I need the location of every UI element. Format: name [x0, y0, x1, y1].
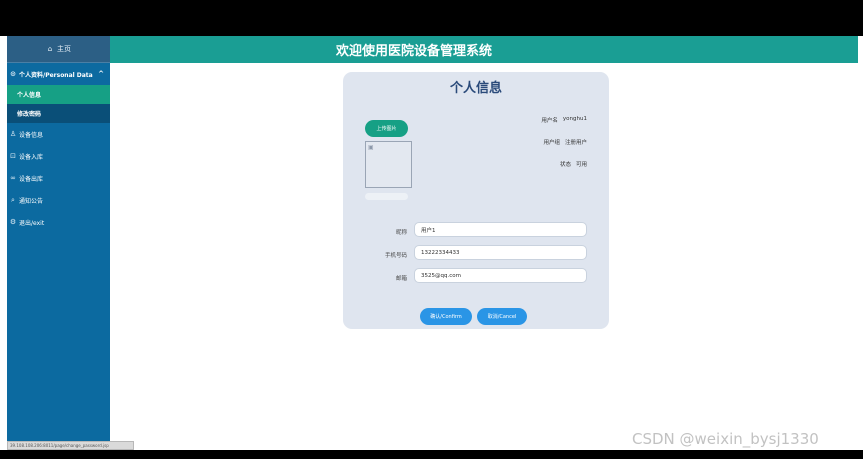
hand-cursor-icon: ☝: [34, 110, 40, 120]
info-value: 可用: [575, 162, 587, 168]
sidebar-item-label: 通知公告: [19, 197, 44, 205]
phone-input[interactable]: [414, 245, 587, 260]
nickname-input[interactable]: [414, 222, 587, 237]
browser-status-url: 39.108.108.206:8011/page/change_password…: [7, 441, 134, 450]
chevron-up-icon: ^: [98, 70, 104, 78]
confirm-button[interactable]: 确认/Confirm: [420, 308, 472, 325]
sidebar-group-personal-data[interactable]: ⊙ 个人资料/Personal Data ^: [7, 63, 110, 85]
nickname-label: 昵称: [395, 230, 407, 236]
sidebar-home[interactable]: ⌂ 主页: [7, 36, 110, 63]
box-icon: ⊡: [10, 152, 16, 160]
sidebar-item-label: 退出/exit: [19, 219, 45, 227]
email-input[interactable]: [414, 268, 587, 283]
info-value: yonghu1: [562, 116, 587, 122]
screen: ⌂ 主页 ⊙ 个人资料/Personal Data ^ 个人信息 修改密码 ☝ …: [0, 0, 863, 459]
sidebar-item-equipment-in[interactable]: ⊡ 设备入库: [7, 145, 110, 167]
sidebar-home-label: 主页: [57, 45, 71, 53]
avatar-caption-placeholder: [365, 193, 408, 200]
cancel-button[interactable]: 取消/Cancel: [477, 308, 527, 325]
top-black-bar: [0, 0, 863, 36]
info-label: 用户组: [543, 140, 560, 146]
search-icon: ⌕: [11, 195, 15, 204]
info-label: 用户名: [541, 118, 558, 124]
phone-label: 手机号码: [384, 253, 407, 259]
sidebar-item-label: 设备信息: [19, 131, 44, 139]
broken-image-icon: ▣: [368, 144, 374, 151]
bottom-black-bar: [0, 450, 863, 459]
sidebar-item-exit[interactable]: ⚙ 退出/exit: [7, 211, 110, 233]
person-icon: ♙: [9, 130, 17, 138]
sidebar-item-label: 个人信息: [17, 92, 42, 99]
link-icon: ∞: [10, 174, 16, 182]
upload-image-button[interactable]: 上传图片: [365, 120, 408, 137]
email-label: 邮箱: [395, 276, 407, 282]
page-title: 欢迎使用医院设备管理系统: [335, 44, 492, 59]
home-icon: ⌂: [47, 45, 53, 53]
info-status: 状态 可用: [560, 160, 587, 168]
sidebar-item-equipment-info[interactable]: ♙ 设备信息: [7, 123, 110, 145]
sidebar-item-label: 设备出库: [19, 175, 44, 183]
sidebar-group-label: 个人资料/Personal Data: [19, 71, 93, 79]
sidebar-item-profile[interactable]: 个人信息: [7, 85, 110, 104]
gear-icon: ⚙: [9, 218, 17, 226]
info-user-group: 用户组 注册用户: [543, 138, 587, 146]
info-value: 注册用户: [564, 140, 587, 146]
sidebar-item-change-password[interactable]: 修改密码 ☝: [7, 104, 110, 123]
page-header: 欢迎使用医院设备管理系统: [110, 36, 858, 63]
watermark: CSDN @weixin_bysj1330: [632, 430, 819, 448]
info-username: 用户名 yonghu1: [541, 116, 587, 124]
avatar-image: ▣: [365, 141, 412, 188]
info-label: 状态: [559, 162, 571, 168]
user-circle-icon: ⊙: [10, 70, 16, 78]
panel-title: 个人信息: [449, 81, 502, 96]
sidebar-item-equipment-out[interactable]: ∞ 设备出库: [7, 167, 110, 189]
sidebar-item-notices[interactable]: ⌕ 通知公告: [7, 189, 110, 211]
sidebar: ⌂ 主页 ⊙ 个人资料/Personal Data ^ 个人信息 修改密码 ☝ …: [7, 36, 110, 450]
sidebar-item-label: 设备入库: [19, 153, 44, 161]
profile-panel: 个人信息 上传图片 ▣ 用户名 yonghu1 用户组 注册用户 状态 可用 昵…: [343, 72, 609, 329]
